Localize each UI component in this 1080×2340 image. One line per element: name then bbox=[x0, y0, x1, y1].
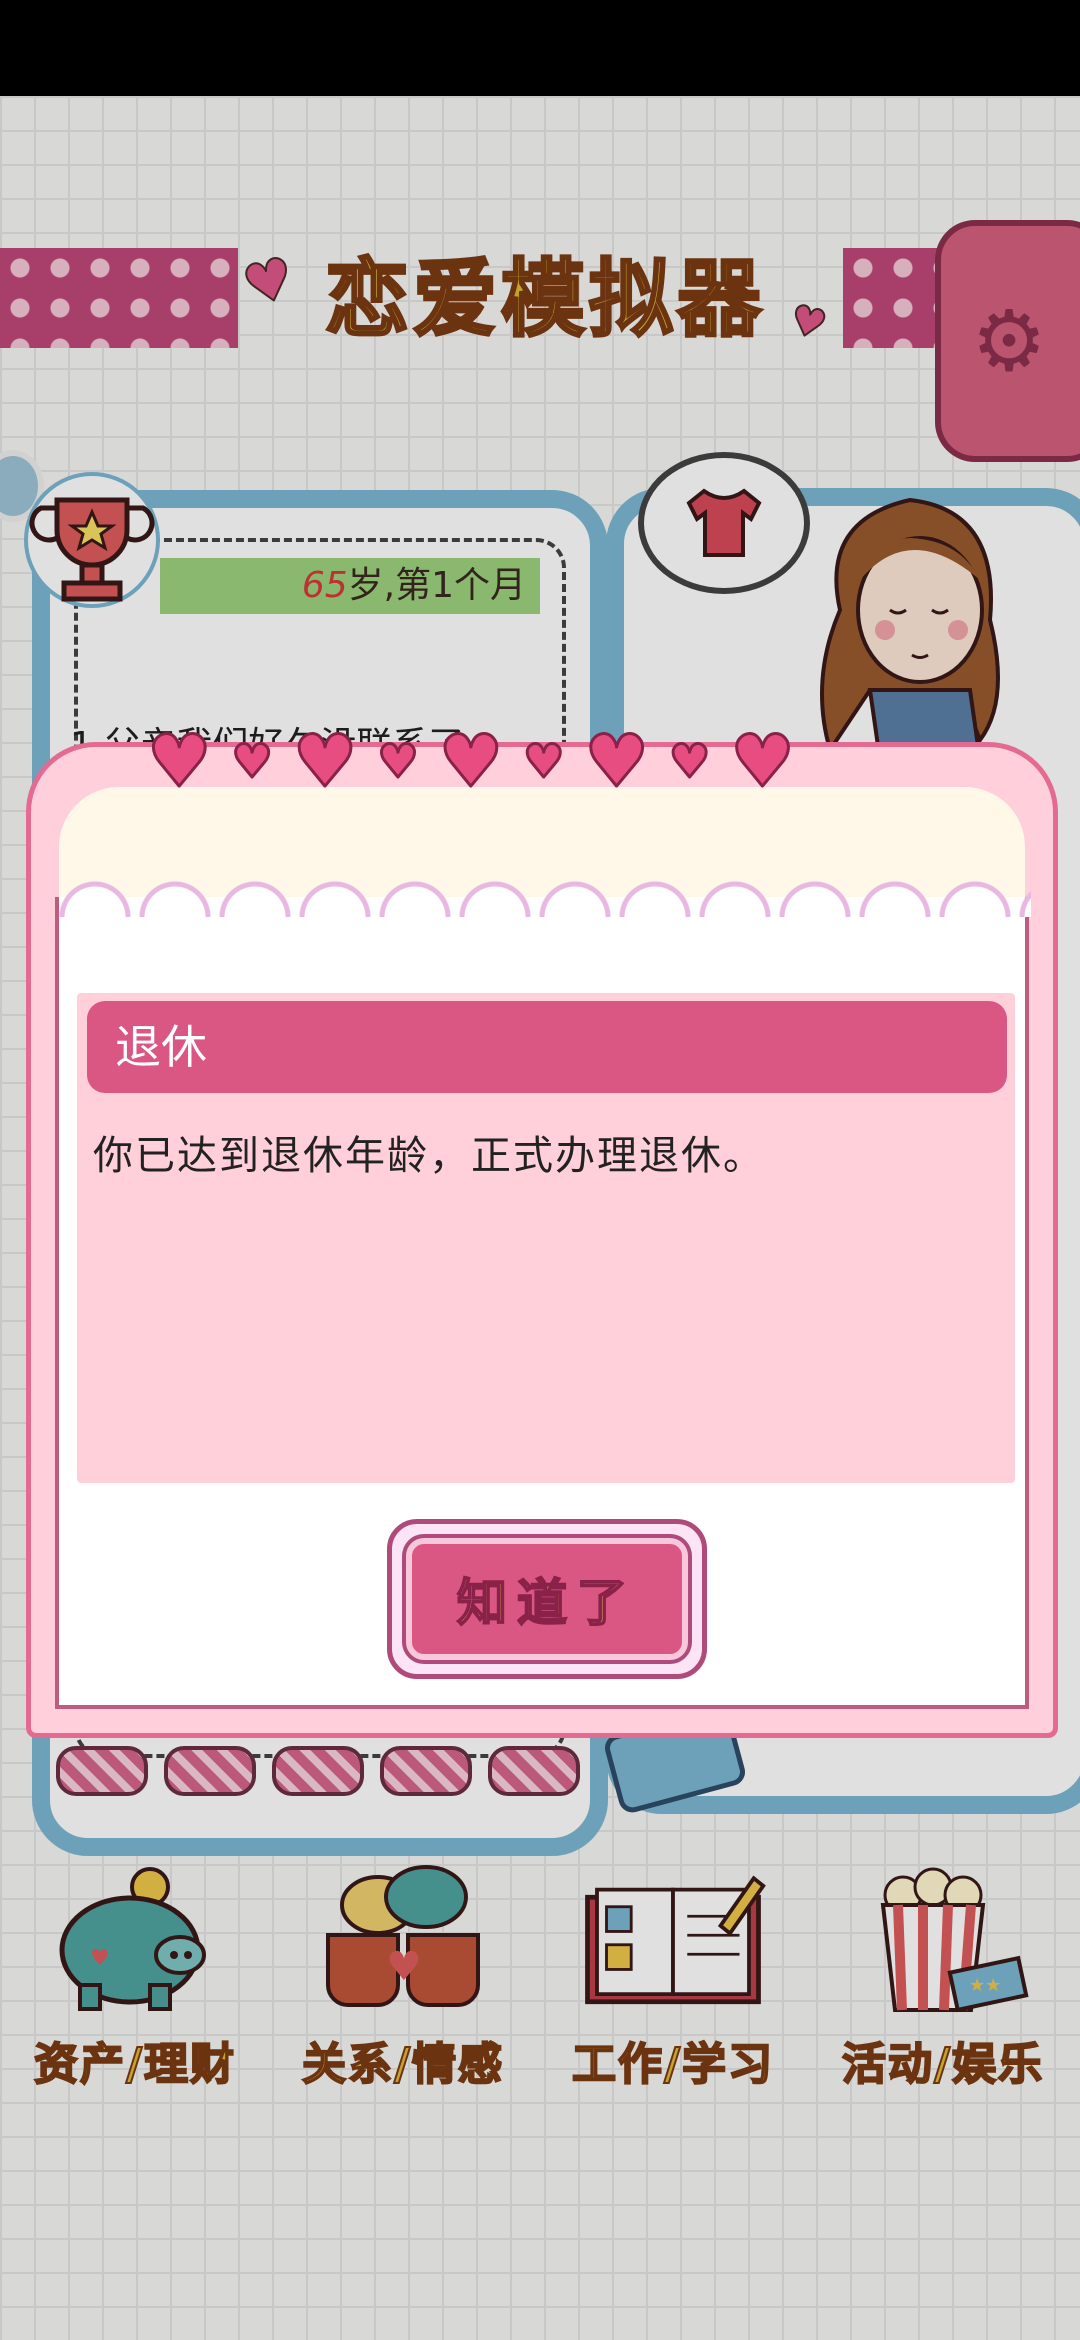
heart-icon: ♥ bbox=[230, 734, 274, 788]
heart-icon: ♥ bbox=[729, 719, 797, 803]
heart-icon: ♥ bbox=[583, 719, 651, 803]
heart-icon: ♥ bbox=[291, 719, 359, 803]
heart-icon: ♥ bbox=[376, 734, 420, 788]
heart-icon: ♥ bbox=[522, 734, 566, 788]
dialog-message: 你已达到退休年龄，正式办理退休。 bbox=[93, 1133, 765, 1179]
heart-icon: ♥ bbox=[146, 719, 214, 803]
status-bar bbox=[0, 0, 1080, 96]
scallop-border bbox=[55, 877, 1031, 917]
heart-icon: ♥ bbox=[667, 734, 711, 788]
ok-button-frame: 知道了 bbox=[387, 1519, 707, 1679]
retirement-dialog: ♥ ♥ ♥ ♥ ♥ ♥ ♥ ♥ ♥ 退休 你已达到退休年龄，正式办理退休。 知道… bbox=[26, 724, 1058, 1738]
heart-icon: ♥ bbox=[437, 719, 505, 803]
game-screen: ♥ ♥ 恋爱模拟器 ⚙ 65岁,第1个月 1.父亲我们好久没联系了 bbox=[0, 96, 1080, 2340]
dialog-title: 退休 bbox=[87, 1001, 1007, 1093]
ok-button[interactable]: 知道了 bbox=[406, 1538, 688, 1660]
hearts-decoration: ♥ ♥ ♥ ♥ ♥ ♥ ♥ ♥ ♥ bbox=[146, 719, 797, 803]
